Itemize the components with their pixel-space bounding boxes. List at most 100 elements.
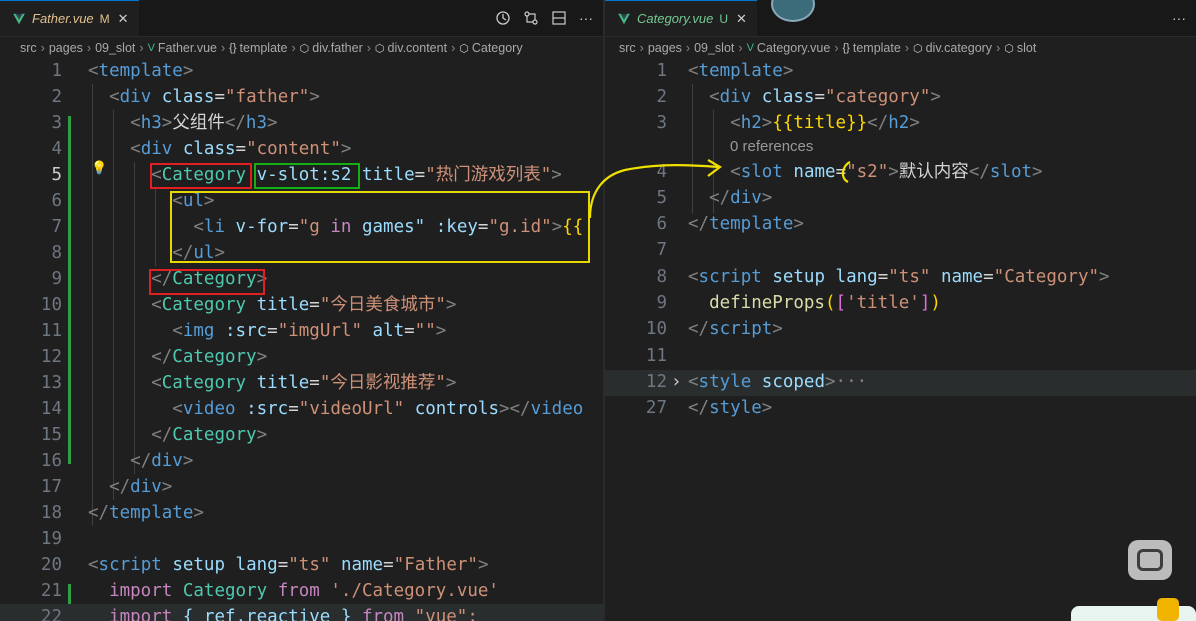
tab-father-vue[interactable]: Father.vue M ✕ bbox=[0, 0, 139, 36]
breadcrumb-item[interactable]: Category.vue bbox=[757, 41, 830, 55]
line-number: 5 bbox=[51, 165, 62, 185]
input-method-logo-icon bbox=[1157, 598, 1179, 621]
left-editor-group: Father.vue M ✕ ··· src › pages › 09_slot › … bbox=[0, 0, 603, 621]
history-icon[interactable] bbox=[495, 10, 511, 26]
breadcrumb-item[interactable]: template bbox=[853, 41, 901, 55]
red-annotation-box bbox=[149, 269, 265, 295]
code-line: <video :src="videoUrl" controls></video bbox=[172, 399, 584, 419]
code-line: <div class="father"> bbox=[109, 87, 320, 107]
more-actions-icon[interactable]: ··· bbox=[1172, 10, 1186, 26]
breadcrumb-item[interactable]: 09_slot bbox=[694, 41, 734, 55]
line-number: 18 bbox=[40, 503, 62, 523]
git-modified-badge: M bbox=[99, 11, 110, 26]
breadcrumb-item[interactable]: template bbox=[240, 41, 288, 55]
code-line: <slot name="s2">默认内容</slot> bbox=[730, 162, 1043, 182]
line-number: 1 bbox=[656, 61, 667, 81]
element-icon: ⬡ bbox=[374, 42, 385, 55]
tab-category-vue[interactable]: Category.vue U ✕ bbox=[605, 0, 757, 36]
line-number: 12 bbox=[645, 372, 667, 392]
line-number: 16 bbox=[40, 451, 62, 471]
folded-region-ellipsis: ··· bbox=[835, 372, 868, 392]
vue-file-icon bbox=[13, 13, 25, 24]
code-line: defineProps(['title']) bbox=[709, 293, 941, 313]
code-line: <h2>{{title}}</h2> bbox=[730, 113, 920, 133]
breadcrumb-item[interactable]: src bbox=[20, 41, 37, 55]
red-annotation-box bbox=[150, 163, 252, 189]
breadcrumb-item[interactable]: src bbox=[619, 41, 636, 55]
code-editor[interactable]: 💡 1 <template> 2 <div class="father"> 3 <… bbox=[0, 58, 603, 621]
line-number: 4 bbox=[51, 139, 62, 159]
video-player-logo-icon bbox=[1128, 540, 1172, 580]
line-number: 6 bbox=[656, 214, 667, 234]
compare-changes-icon[interactable] bbox=[523, 10, 539, 26]
tab-label: Father.vue bbox=[32, 11, 94, 26]
line-number: 1 bbox=[51, 61, 62, 81]
yellow-annotation-box bbox=[170, 191, 590, 263]
line-number: 20 bbox=[40, 555, 62, 575]
chevron-right-icon[interactable]: › bbox=[671, 369, 682, 395]
left-tab-bar: Father.vue M ✕ ··· bbox=[0, 0, 603, 37]
line-number: 6 bbox=[51, 191, 62, 211]
breadcrumb-item[interactable]: pages bbox=[49, 41, 83, 55]
code-line: </template> bbox=[88, 503, 204, 523]
line-number: 12 bbox=[40, 347, 62, 367]
element-icon: ⬡ bbox=[1004, 42, 1014, 55]
breadcrumb-item[interactable]: slot bbox=[1017, 41, 1036, 55]
breadcrumb-item[interactable]: 09_slot bbox=[95, 41, 135, 55]
codelens-references[interactable]: 0 references bbox=[730, 136, 813, 158]
line-number: 22 bbox=[40, 607, 62, 621]
more-actions-icon[interactable]: ··· bbox=[579, 10, 593, 26]
line-number: 19 bbox=[40, 529, 62, 549]
line-number: 11 bbox=[645, 346, 667, 366]
line-number: 3 bbox=[656, 113, 667, 133]
right-editor-group: Category.vue U ✕ ··· src › pages › 09_slot… bbox=[605, 0, 1196, 621]
breadcrumb-item[interactable]: div.content bbox=[388, 41, 448, 55]
line-number: 13 bbox=[40, 373, 62, 393]
code-line: <script setup lang="ts" name="Category"> bbox=[688, 267, 1110, 287]
breadcrumb-item[interactable]: Category bbox=[472, 41, 523, 55]
code-line: </div> bbox=[109, 477, 173, 497]
line-number: 7 bbox=[656, 240, 667, 260]
code-line: </script> bbox=[688, 319, 783, 339]
line-number: 10 bbox=[645, 319, 667, 339]
green-annotation-box bbox=[254, 163, 360, 189]
line-number: 15 bbox=[40, 425, 62, 445]
code-line: <h3>父组件</h3> bbox=[130, 113, 278, 133]
line-number: 4 bbox=[656, 162, 667, 182]
close-tab-icon[interactable]: ✕ bbox=[736, 11, 747, 27]
tab-label: Category.vue bbox=[637, 11, 714, 26]
close-tab-icon[interactable]: ✕ bbox=[118, 11, 129, 27]
line-number: 3 bbox=[51, 113, 62, 133]
vue-file-icon: V bbox=[147, 42, 155, 54]
element-icon: ⬡ bbox=[459, 42, 469, 55]
line-number: 8 bbox=[656, 267, 667, 287]
code-line: </Category> bbox=[151, 425, 268, 445]
code-line: <template> bbox=[688, 61, 794, 81]
breadcrumb-item[interactable]: div.father bbox=[312, 41, 363, 55]
code-line: <template> bbox=[88, 61, 194, 81]
vue-file-icon bbox=[618, 13, 630, 24]
line-number: 27 bbox=[645, 398, 667, 418]
breadcrumb-item[interactable]: div.category bbox=[926, 41, 992, 55]
element-icon: ⬡ bbox=[912, 42, 923, 55]
code-line: <div class="content"> bbox=[130, 139, 352, 159]
element-icon: ⬡ bbox=[299, 42, 310, 55]
avatar bbox=[771, 0, 815, 22]
breadcrumb-item[interactable]: pages bbox=[648, 41, 682, 55]
code-line: </style> bbox=[688, 398, 773, 418]
line-number: 11 bbox=[40, 321, 62, 341]
breadcrumb: src › pages › 09_slot › V Father.vue › {} temp… bbox=[20, 41, 523, 55]
code-line: <script setup lang="ts" name="Father"> bbox=[88, 555, 489, 575]
vue-file-icon: V bbox=[746, 42, 754, 54]
breadcrumb-item[interactable]: Father.vue bbox=[158, 41, 217, 55]
braces-icon: {} bbox=[229, 42, 237, 54]
code-line: <style scoped>··· bbox=[688, 372, 868, 392]
line-number: 7 bbox=[51, 217, 62, 237]
line-number: 9 bbox=[51, 269, 62, 289]
line-number: 10 bbox=[40, 295, 62, 315]
code-line: </template> bbox=[688, 214, 804, 234]
code-editor[interactable]: 1 <template> 2 <div class="category"> 3 <… bbox=[605, 58, 1196, 621]
code-line: </div> bbox=[130, 451, 194, 471]
breadcrumb: src › pages › 09_slot › V Category.vue › {} te… bbox=[619, 41, 1037, 55]
split-editor-icon[interactable] bbox=[551, 10, 567, 26]
